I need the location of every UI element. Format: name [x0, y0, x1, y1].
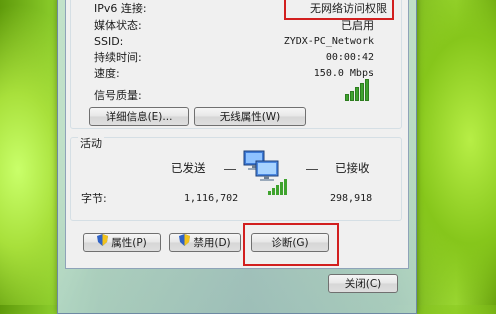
ssid-value: ZYDX-PC_Network: [283, 36, 374, 47]
bytes-label: 字节:: [81, 192, 107, 205]
signal-bar: [345, 94, 349, 101]
activity-title: 活动: [78, 137, 104, 151]
sent-line: [224, 169, 236, 170]
desktop-background: { "connection": { "ipv6_label": "IPv6 连接…: [0, 0, 496, 314]
activity-group: [70, 137, 402, 221]
media-state-value: 已启用: [341, 19, 374, 32]
highlight-box-ipv6: [284, 0, 394, 20]
disable-button[interactable]: 禁用(D): [169, 233, 241, 252]
wireless-status-dialog: IPv6 连接: 无网络访问权限 媒体状态: 已启用 SSID: ZYDX-PC…: [65, 0, 409, 269]
duration-value: 00:00:42: [325, 52, 374, 63]
properties-button-label: 属性(P): [111, 237, 147, 249]
signal-bar: [355, 87, 359, 101]
shield-icon: [179, 234, 191, 252]
signal-quality-label: 信号质量:: [94, 89, 142, 102]
ipv6-label: IPv6 连接:: [94, 2, 147, 15]
media-state-label: 媒体状态:: [94, 19, 142, 32]
details-button[interactable]: 详细信息(E)...: [89, 107, 189, 126]
signal-strength-icon: [345, 79, 369, 101]
wireless-properties-button[interactable]: 无线属性(W): [194, 107, 306, 126]
speed-label: 速度:: [94, 67, 120, 80]
received-label: 已接收: [335, 161, 370, 175]
sent-bytes-value: 1,116,702: [184, 193, 239, 204]
signal-bar: [350, 91, 354, 101]
received-line: [306, 169, 318, 170]
highlight-box-diagnose: [243, 223, 339, 266]
ssid-label: SSID:: [94, 35, 124, 48]
signal-bar: [360, 83, 364, 101]
network-computers-icon: [242, 149, 290, 197]
sent-label: 已发送: [171, 161, 206, 175]
disable-button-label: 禁用(D): [193, 237, 231, 249]
shield-icon: [97, 234, 109, 252]
close-button[interactable]: 关闭(C): [328, 274, 398, 293]
received-bytes-value: 298,918: [330, 193, 373, 204]
signal-bar: [365, 79, 369, 101]
properties-button[interactable]: 属性(P): [83, 233, 161, 252]
duration-label: 持续时间:: [94, 51, 142, 64]
